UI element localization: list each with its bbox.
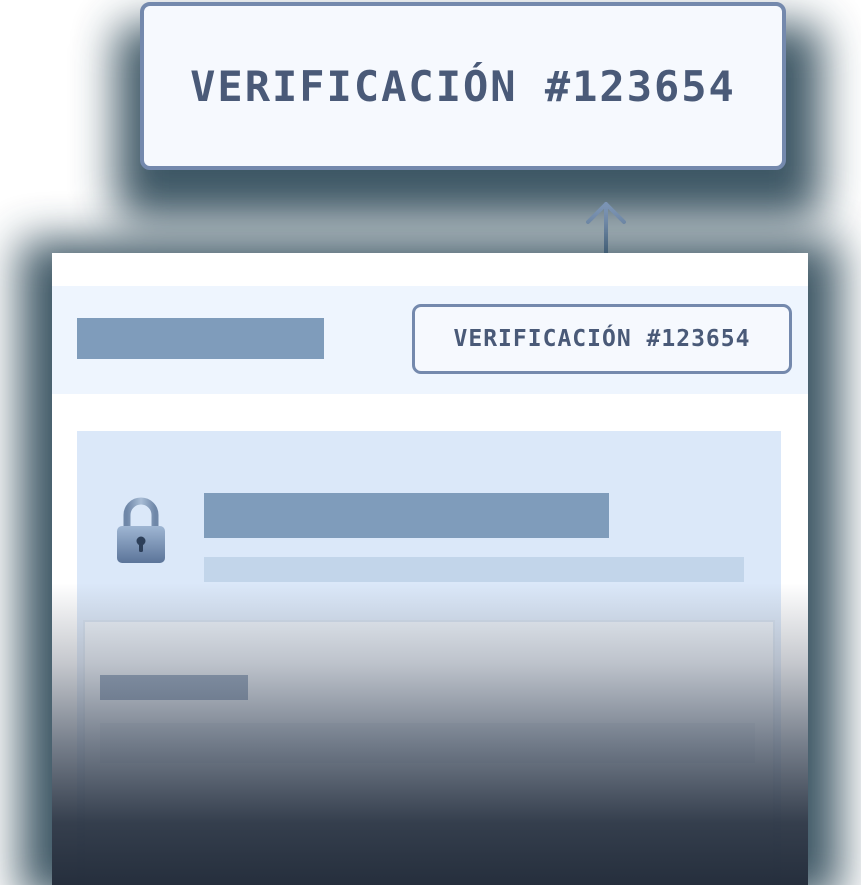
callout-verification-code: VERIFICACIÓN #123654 bbox=[190, 61, 736, 111]
verification-illustration: VERIFICACIÓN #123654 VERIFICACIÓN #12365… bbox=[0, 0, 861, 885]
inner-label-placeholder bbox=[100, 675, 248, 700]
inner-row-placeholder bbox=[100, 723, 755, 763]
subtitle-placeholder bbox=[204, 557, 744, 582]
lock-icon bbox=[117, 497, 165, 563]
verification-badge: VERIFICACIÓN #123654 bbox=[412, 304, 792, 374]
email-card: VERIFICACIÓN #123654 bbox=[52, 253, 808, 885]
title-placeholder bbox=[204, 493, 609, 538]
header-title-placeholder bbox=[77, 318, 324, 359]
verification-callout: VERIFICACIÓN #123654 bbox=[140, 2, 786, 170]
badge-verification-code: VERIFICACIÓN #123654 bbox=[453, 326, 751, 352]
